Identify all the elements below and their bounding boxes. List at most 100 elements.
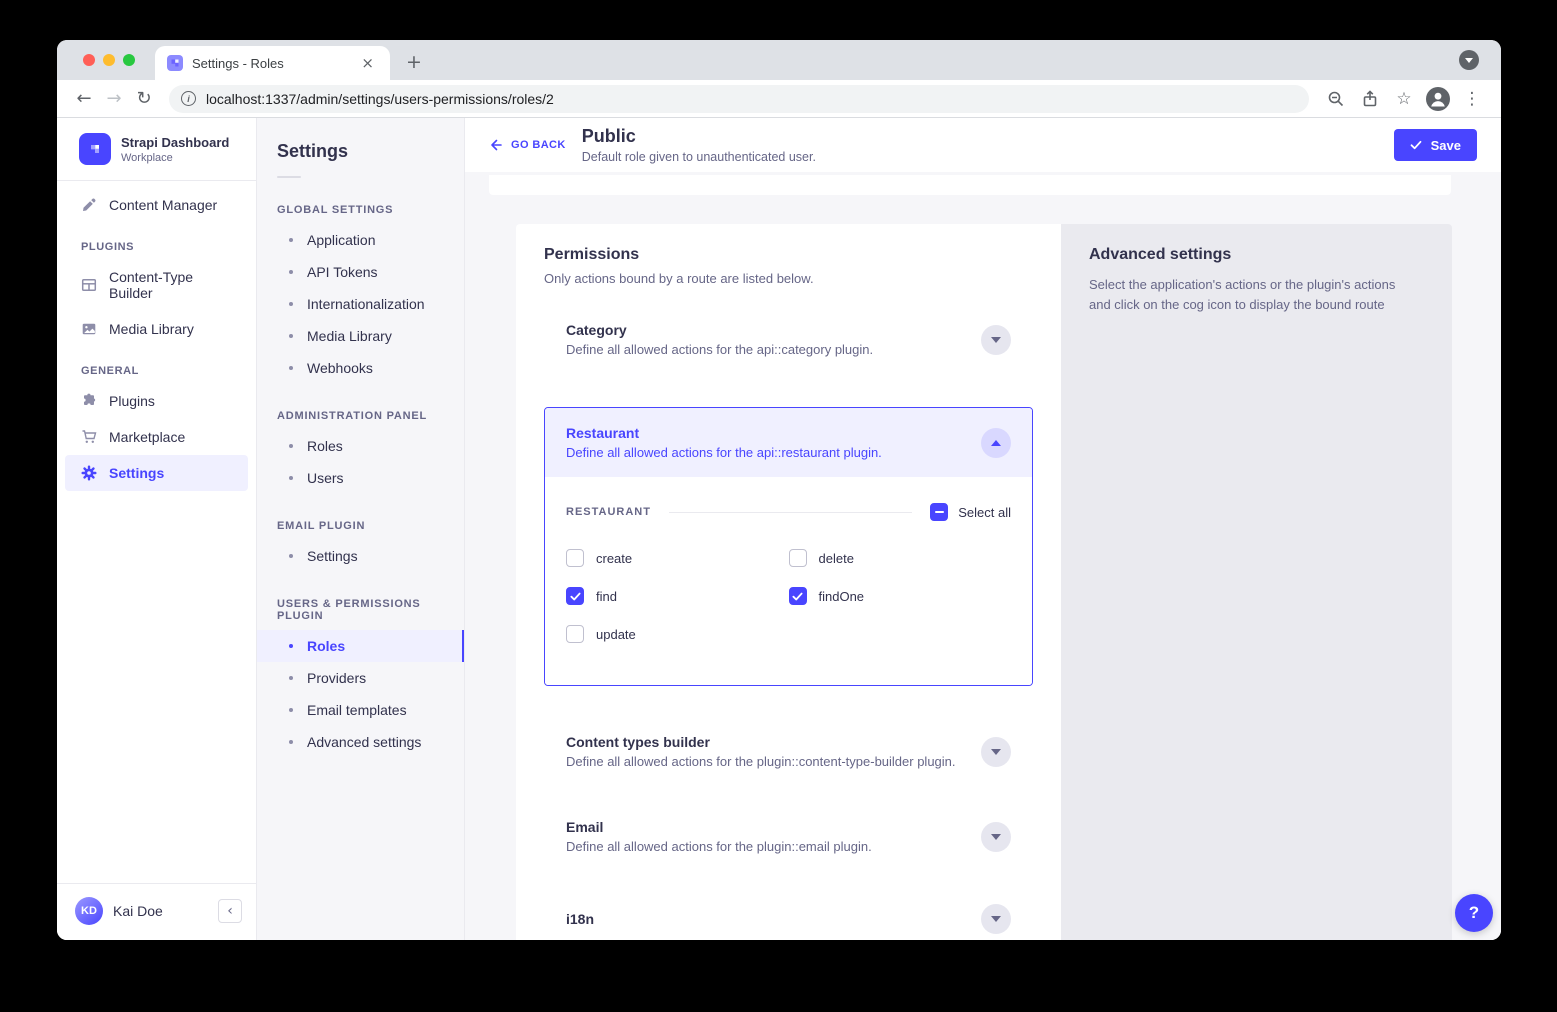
minimize-window-button[interactable] bbox=[103, 54, 115, 66]
expand-i18n-button[interactable] bbox=[981, 904, 1011, 934]
zoom-out-icon[interactable] bbox=[1319, 90, 1353, 108]
collapse-sidebar-button[interactable]: ‹ bbox=[218, 899, 242, 923]
browser-menu-icon[interactable]: ⋮ bbox=[1455, 89, 1489, 109]
workspace-brand[interactable]: Strapi Dashboard Workplace bbox=[57, 118, 256, 180]
help-button[interactable]: ? bbox=[1455, 894, 1493, 932]
checkbox[interactable] bbox=[566, 587, 584, 605]
go-back-link[interactable]: GO BACK bbox=[489, 138, 566, 152]
share-icon[interactable] bbox=[1353, 90, 1387, 108]
checkbox[interactable] bbox=[789, 587, 807, 605]
accordion-i18n[interactable]: i18n bbox=[544, 904, 1033, 934]
url-text[interactable]: localhost:1337/admin/settings/users-perm… bbox=[206, 91, 554, 107]
settings-item-admin-roles[interactable]: Roles bbox=[257, 430, 464, 462]
permission-create[interactable]: create bbox=[566, 549, 789, 567]
settings-sidebar: Settings GLOBAL SETTINGS Application API… bbox=[257, 118, 465, 940]
settings-item-admin-users[interactable]: Users bbox=[257, 462, 464, 494]
accordion-content-types-builder[interactable]: Content types builder Define all allowed… bbox=[544, 734, 1033, 769]
settings-item-api-tokens[interactable]: API Tokens bbox=[257, 256, 464, 288]
advanced-settings-title: Advanced settings bbox=[1089, 246, 1424, 264]
back-icon[interactable]: ← bbox=[69, 88, 99, 109]
restaurant-permissions-body: RESTAURANT Select all bbox=[545, 477, 1032, 685]
zoom-window-button[interactable] bbox=[123, 54, 135, 66]
accordion-name: Category bbox=[566, 322, 981, 338]
settings-item-webhooks[interactable]: Webhooks bbox=[257, 352, 464, 384]
collapse-restaurant-button[interactable] bbox=[981, 428, 1011, 458]
browser-tab[interactable]: Settings - Roles × bbox=[155, 46, 390, 80]
permission-update[interactable]: update bbox=[566, 625, 789, 643]
sidebar-item-plugins[interactable]: Plugins bbox=[65, 383, 248, 419]
accordion-description: Define all allowed actions for the plugi… bbox=[566, 839, 981, 854]
sidebar-item-marketplace[interactable]: Marketplace bbox=[65, 419, 248, 455]
permission-checkbox-grid: create delete find bbox=[566, 549, 1011, 643]
settings-item-media-library[interactable]: Media Library bbox=[257, 320, 464, 352]
expand-category-button[interactable] bbox=[981, 325, 1011, 355]
tab-close-icon[interactable]: × bbox=[357, 54, 378, 73]
expand-content-types-builder-button[interactable] bbox=[981, 737, 1011, 767]
site-info-icon[interactable]: i bbox=[181, 91, 196, 106]
advanced-settings-description: Select the application's actions or the … bbox=[1089, 275, 1419, 315]
page-header: GO BACK Public Default role given to una… bbox=[465, 118, 1501, 172]
select-all-label: Select all bbox=[958, 505, 1011, 520]
forward-icon[interactable]: → bbox=[99, 88, 129, 109]
sidebar-section-general: GENERAL bbox=[65, 347, 248, 383]
chevron-down-icon bbox=[991, 916, 1001, 922]
settings-item-label: Internationalization bbox=[307, 296, 425, 312]
workspace-title: Strapi Dashboard bbox=[121, 135, 229, 150]
settings-sidebar-title: Settings bbox=[257, 118, 464, 162]
tab-title: Settings - Roles bbox=[192, 56, 357, 71]
sidebar-item-label: Media Library bbox=[109, 321, 194, 337]
settings-item-up-roles[interactable]: Roles bbox=[257, 630, 464, 662]
settings-item-internationalization[interactable]: Internationalization bbox=[257, 288, 464, 320]
accordion-restaurant-header[interactable]: Restaurant Define all allowed actions fo… bbox=[545, 408, 1032, 477]
sidebar-item-settings[interactable]: Settings bbox=[65, 455, 248, 491]
bullet-icon bbox=[289, 238, 293, 242]
expand-email-button[interactable] bbox=[981, 822, 1011, 852]
settings-item-up-email-templates[interactable]: Email templates bbox=[257, 694, 464, 726]
settings-item-label: Advanced settings bbox=[307, 734, 421, 750]
select-all-checkbox[interactable] bbox=[930, 503, 948, 521]
checkbox[interactable] bbox=[566, 549, 584, 567]
sidebar-item-label: Content-Type Builder bbox=[109, 269, 232, 301]
group-label: RESTAURANT bbox=[566, 506, 651, 518]
sidebar-section-plugins: PLUGINS bbox=[65, 223, 248, 259]
chevron-up-icon bbox=[991, 440, 1001, 446]
user-avatar[interactable]: KD bbox=[75, 897, 103, 925]
chevron-down-icon bbox=[1465, 58, 1473, 63]
bullet-icon bbox=[289, 554, 293, 558]
sidebar-item-label: Content Manager bbox=[109, 197, 217, 213]
bullet-icon bbox=[289, 708, 293, 712]
bullet-icon bbox=[289, 740, 293, 744]
strapi-favicon bbox=[167, 55, 183, 71]
tab-strip: Settings - Roles × + bbox=[57, 40, 1501, 80]
settings-item-up-providers[interactable]: Providers bbox=[257, 662, 464, 694]
url-bar[interactable]: i localhost:1337/admin/settings/users-pe… bbox=[169, 85, 1309, 113]
checkbox[interactable] bbox=[789, 549, 807, 567]
profile-avatar-icon[interactable] bbox=[1421, 86, 1455, 112]
sidebar-item-content-type-builder[interactable]: Content-Type Builder bbox=[65, 259, 248, 311]
new-tab-button[interactable]: + bbox=[400, 48, 428, 76]
chevron-down-icon bbox=[991, 337, 1001, 343]
save-button[interactable]: Save bbox=[1394, 129, 1477, 161]
permission-find[interactable]: find bbox=[566, 587, 789, 605]
reload-icon[interactable]: ↻ bbox=[129, 88, 159, 109]
sidebar-item-content-manager[interactable]: Content Manager bbox=[65, 187, 248, 223]
settings-item-email-settings[interactable]: Settings bbox=[257, 540, 464, 572]
permission-findOne[interactable]: findOne bbox=[789, 587, 1012, 605]
settings-item-up-advanced-settings[interactable]: Advanced settings bbox=[257, 726, 464, 758]
checkbox-label: update bbox=[596, 627, 636, 642]
bookmark-star-icon[interactable]: ☆ bbox=[1387, 89, 1421, 109]
accordion-category[interactable]: Category Define all allowed actions for … bbox=[544, 322, 1033, 357]
accordion-name: Restaurant bbox=[566, 425, 981, 441]
bullet-icon bbox=[289, 676, 293, 680]
settings-item-label: Users bbox=[307, 470, 344, 486]
arrow-left-icon bbox=[489, 138, 503, 152]
permission-delete[interactable]: delete bbox=[789, 549, 1012, 567]
chrome-control-icon[interactable] bbox=[1459, 50, 1479, 70]
select-all-control[interactable]: Select all bbox=[930, 503, 1011, 521]
permissions-subtitle: Only actions bound by a route are listed… bbox=[544, 271, 1033, 286]
accordion-email[interactable]: Email Define all allowed actions for the… bbox=[544, 819, 1033, 854]
sidebar-item-media-library[interactable]: Media Library bbox=[65, 311, 248, 347]
settings-item-application[interactable]: Application bbox=[257, 224, 464, 256]
close-window-button[interactable] bbox=[83, 54, 95, 66]
checkbox[interactable] bbox=[566, 625, 584, 643]
